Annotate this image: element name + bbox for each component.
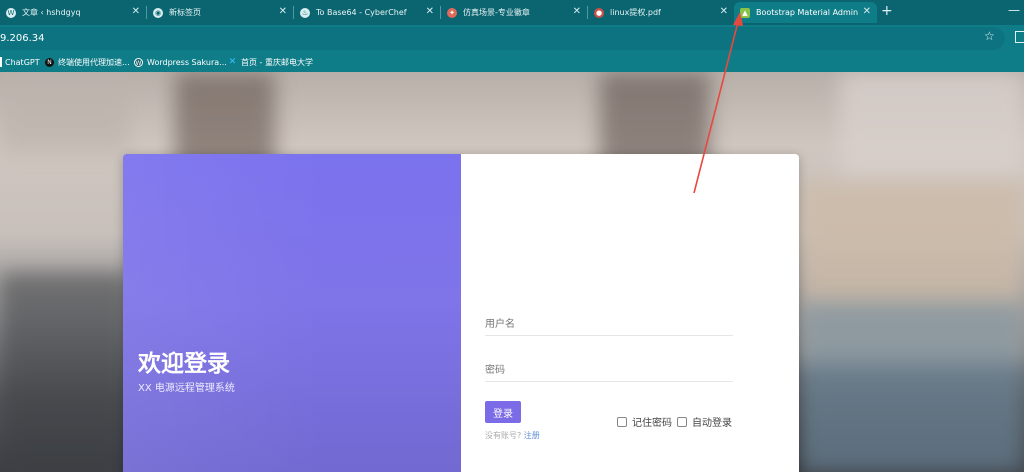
page-background: 欢迎登录 XX 电源远程管理系统 登录 没有账号? 注册 记住密码 自动登录 (0, 72, 1024, 472)
n-icon: N (45, 57, 54, 67)
cqupt-icon: ✕ (228, 56, 237, 67)
new-tab-button[interactable]: + (881, 3, 893, 19)
extensions-icon[interactable] (1015, 31, 1024, 43)
minimize-icon[interactable]: — (1008, 3, 1020, 17)
background-blur (800, 302, 1024, 472)
bookmark-chatgpt[interactable]: ChatGPT (0, 55, 40, 69)
register-prompt: 没有账号? 注册 (485, 430, 540, 441)
tab-bootstrap-admin[interactable]: ▲ Bootstrap Material Admin ✕ (734, 2, 877, 23)
tab-bar: W 文章 ‹ hshdgyq ✕ ◉ 新标签页 ✕ ♨ To Base64 - … (0, 0, 1024, 25)
bookmarks-bar: ChatGPT N 终端使用代理加速... W Wordpress Sakura… (0, 52, 1024, 72)
welcome-heading: 欢迎登录 (138, 351, 230, 377)
badge-icon: ✦ (447, 7, 457, 18)
address-bar[interactable]: 9.206.34 (0, 27, 1005, 50)
bookmark-label: 终端使用代理加速... (58, 57, 130, 67)
background-blur (0, 272, 130, 472)
background-blur (840, 72, 1024, 182)
bookmark-wordpress-sakura[interactable]: W Wordpress Sakura... (134, 55, 227, 69)
cyberchef-icon: ♨ (300, 7, 310, 18)
login-card: 欢迎登录 XX 电源远程管理系统 登录 没有账号? 注册 记住密码 自动登录 (123, 154, 799, 472)
login-button[interactable]: 登录 (485, 401, 521, 423)
bookmark-terminal-proxy[interactable]: N 终端使用代理加速... (45, 55, 130, 69)
bookmark-star-icon[interactable]: ☆ (984, 25, 995, 48)
no-account-text: 没有账号? (485, 431, 522, 440)
bookmark-cqupt[interactable]: ✕ 首页 - 重庆邮电大学 (228, 55, 313, 69)
login-banner: 欢迎登录 XX 电源远程管理系统 (123, 154, 461, 472)
tab-cyberchef[interactable]: ♨ To Base64 - CyberChef ✕ (294, 2, 441, 23)
wordpress-icon: W (6, 7, 16, 18)
pdf-icon: ● (594, 7, 604, 18)
bootstrap-admin-icon: ▲ (740, 7, 750, 18)
chatgpt-icon (0, 57, 2, 67)
tab-title: 文章 ‹ hshdgyq (22, 8, 81, 17)
tab-title: To Base64 - CyberChef (316, 8, 407, 17)
wordpress-icon: W (134, 57, 143, 67)
url-text: 9.206.34 (0, 33, 45, 44)
checkbox-box[interactable] (677, 416, 687, 427)
checkbox-label: 自动登录 (692, 418, 732, 429)
close-icon[interactable]: ✕ (279, 6, 287, 17)
system-subtitle: XX 电源远程管理系统 (138, 383, 235, 394)
banner-sheen (123, 154, 461, 472)
password-input[interactable] (485, 360, 733, 382)
close-icon[interactable]: ✕ (573, 6, 581, 17)
tab-title: 新标签页 (169, 8, 201, 17)
tab-wordpress-articles[interactable]: W 文章 ‹ hshdgyq ✕ (0, 2, 147, 23)
close-icon[interactable]: ✕ (426, 6, 434, 17)
close-icon[interactable]: ✕ (720, 6, 728, 17)
background-blur (0, 72, 130, 152)
tab-linux-pdf[interactable]: ● linux提权.pdf ✕ (588, 2, 734, 23)
close-icon[interactable]: ✕ (132, 6, 140, 17)
tab-title: linux提权.pdf (610, 8, 661, 17)
address-bar-row: 9.206.34 ☆ (0, 25, 1024, 52)
chrome-icon: ◉ (153, 7, 163, 18)
username-input[interactable] (485, 314, 733, 336)
bookmark-label: Wordpress Sakura... (147, 57, 227, 67)
tab-title: 仿真场景-专业徽章 (463, 8, 530, 17)
tab-title: Bootstrap Material Admin (756, 8, 859, 17)
bookmark-label: 首页 - 重庆邮电大学 (241, 57, 313, 67)
bookmark-label: ChatGPT (5, 57, 40, 67)
login-form: 登录 没有账号? 注册 记住密码 自动登录 (461, 154, 799, 472)
auto-login-checkbox[interactable]: 自动登录 (677, 414, 732, 429)
remember-password-checkbox[interactable]: 记住密码 (617, 414, 672, 429)
close-icon[interactable]: ✕ (863, 6, 871, 17)
checkbox-label: 记住密码 (632, 418, 672, 429)
register-link[interactable]: 注册 (524, 431, 540, 440)
tab-badge[interactable]: ✦ 仿真场景-专业徽章 ✕ (441, 2, 588, 23)
tab-new-tab[interactable]: ◉ 新标签页 ✕ (147, 2, 294, 23)
checkbox-box[interactable] (617, 416, 627, 427)
